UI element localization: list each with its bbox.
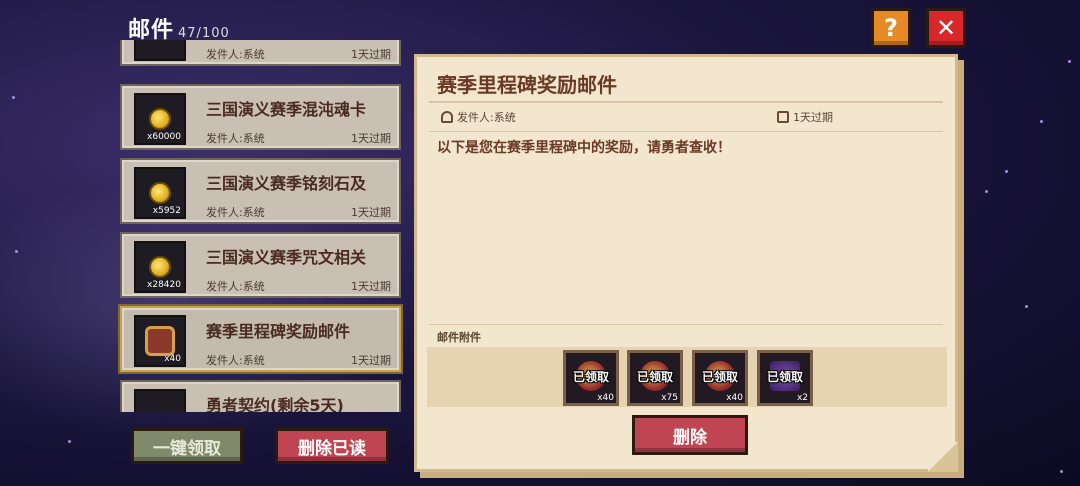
mail-item-thumbnail: x60000 bbox=[134, 93, 186, 145]
divider bbox=[429, 131, 943, 132]
claimed-label: 已领取 bbox=[636, 370, 673, 384]
mail-list-item[interactable]: x60000 三国演义赛季混沌魂卡 发件人:系统 1天过期 bbox=[120, 84, 401, 150]
calendar-icon bbox=[777, 111, 789, 123]
claimed-label: 已领取 bbox=[572, 370, 609, 384]
mail-list-item[interactable]: x28420 三国演义赛季咒文相关 发件人:系统 1天过期 bbox=[120, 232, 401, 298]
divider bbox=[429, 101, 943, 103]
delete-read-button[interactable]: 删除已读 bbox=[275, 428, 389, 464]
divider bbox=[429, 324, 943, 325]
mail-item-sender: 发件人:系统 bbox=[206, 280, 265, 293]
attachment-slot[interactable]: 已领取 x75 bbox=[627, 350, 683, 406]
mail-item-expire: 1天过期 bbox=[351, 206, 391, 219]
gold-coin-icon bbox=[149, 256, 171, 278]
mail-detail-title: 赛季里程碑奖励邮件 bbox=[437, 73, 617, 97]
attachment-slot[interactable]: 已领取 x40 bbox=[692, 350, 748, 406]
mail-item-thumbnail bbox=[134, 40, 186, 61]
claimed-label: 已领取 bbox=[766, 370, 803, 384]
mail-item-sender: 发件人:系统 bbox=[206, 132, 265, 145]
person-icon bbox=[441, 111, 453, 123]
mail-detail-sender: 发件人:系统 bbox=[441, 109, 516, 125]
mail-item-sender: 发件人:系统 bbox=[206, 206, 265, 219]
mail-item-qty: x28420 bbox=[147, 280, 181, 290]
mail-item-thumbnail: x28420 bbox=[134, 241, 186, 293]
delete-button[interactable]: 删除 bbox=[632, 415, 748, 455]
attachment-qty: x75 bbox=[661, 393, 678, 403]
attachments-label: 邮件附件 bbox=[437, 331, 481, 344]
mail-item-title: 赛季里程碑奖励邮件 bbox=[206, 322, 351, 341]
mail-list-item[interactable]: 发件人:系统 1天过期 bbox=[120, 40, 401, 66]
mail-list[interactable]: 发件人:系统 1天过期 x60000 三国演义赛季混沌魂卡 发件人:系统 1天过… bbox=[116, 40, 408, 412]
mail-item-expire: 1天过期 bbox=[351, 132, 391, 145]
mail-item-qty: x60000 bbox=[147, 132, 181, 142]
mail-item-expire: 1天过期 bbox=[351, 48, 391, 61]
mail-list-item[interactable]: x5952 三国演义赛季铭刻石及 发件人:系统 1天过期 bbox=[120, 158, 401, 224]
mail-list-item[interactable]: 勇者契约(剩余5天) bbox=[120, 380, 401, 412]
attachment-slot[interactable]: 已领取 x40 bbox=[563, 350, 619, 406]
mail-item-qty: x40 bbox=[164, 354, 181, 364]
mail-item-qty: x5952 bbox=[152, 206, 181, 216]
attachment-slot[interactable]: 已领取 x2 bbox=[757, 350, 813, 406]
mail-detail-sender-text: 发件人:系统 bbox=[457, 111, 516, 124]
attachment-qty: x40 bbox=[726, 393, 743, 403]
mail-detail-panel: 赛季里程碑奖励邮件 发件人:系统 1天过期 以下是您在赛季里程碑中的奖励，请勇者… bbox=[414, 54, 958, 472]
mail-detail-body: 以下是您在赛季里程碑中的奖励，请勇者查收！ bbox=[437, 140, 731, 156]
claim-all-button[interactable]: 一键领取 bbox=[131, 428, 243, 464]
mail-item-title: 三国演义赛季铭刻石及 bbox=[206, 174, 367, 193]
gold-coin-icon bbox=[149, 182, 171, 204]
claimed-label: 已领取 bbox=[701, 370, 738, 384]
mail-item-thumbnail bbox=[134, 389, 186, 412]
mail-item-expire: 1天过期 bbox=[351, 354, 391, 367]
mail-item-title: 勇者契约(剩余5天) bbox=[206, 396, 344, 412]
mail-count: 47/100 bbox=[178, 26, 230, 41]
attachment-qty: x40 bbox=[597, 393, 614, 403]
mail-item-title: 三国演义赛季咒文相关 bbox=[206, 248, 367, 267]
mail-item-expire: 1天过期 bbox=[351, 280, 391, 293]
medal-icon bbox=[145, 326, 175, 356]
gold-coin-icon bbox=[149, 108, 171, 130]
help-button[interactable]: ? bbox=[871, 8, 911, 48]
mail-detail-expire-text: 1天过期 bbox=[793, 111, 833, 124]
mail-list-item-selected[interactable]: x40 赛季里程碑奖励邮件 发件人:系统 1天过期 bbox=[120, 306, 401, 372]
mail-item-title: 三国演义赛季混沌魂卡 bbox=[206, 100, 367, 119]
attachments-box: 已领取 x40 已领取 x75 已领取 x40 已领取 x2 bbox=[427, 347, 947, 407]
mail-item-thumbnail: x40 bbox=[134, 315, 186, 367]
mail-detail-expire: 1天过期 bbox=[777, 109, 833, 125]
attachment-qty: x2 bbox=[796, 393, 808, 403]
close-icon: ✕ bbox=[935, 14, 957, 42]
mail-item-sender: 发件人:系统 bbox=[206, 48, 265, 61]
help-icon: ? bbox=[884, 14, 898, 42]
mail-item-thumbnail: x5952 bbox=[134, 167, 186, 219]
close-button[interactable]: ✕ bbox=[926, 8, 966, 48]
mail-item-sender: 发件人:系统 bbox=[206, 354, 265, 367]
page-fold-corner bbox=[928, 442, 958, 472]
